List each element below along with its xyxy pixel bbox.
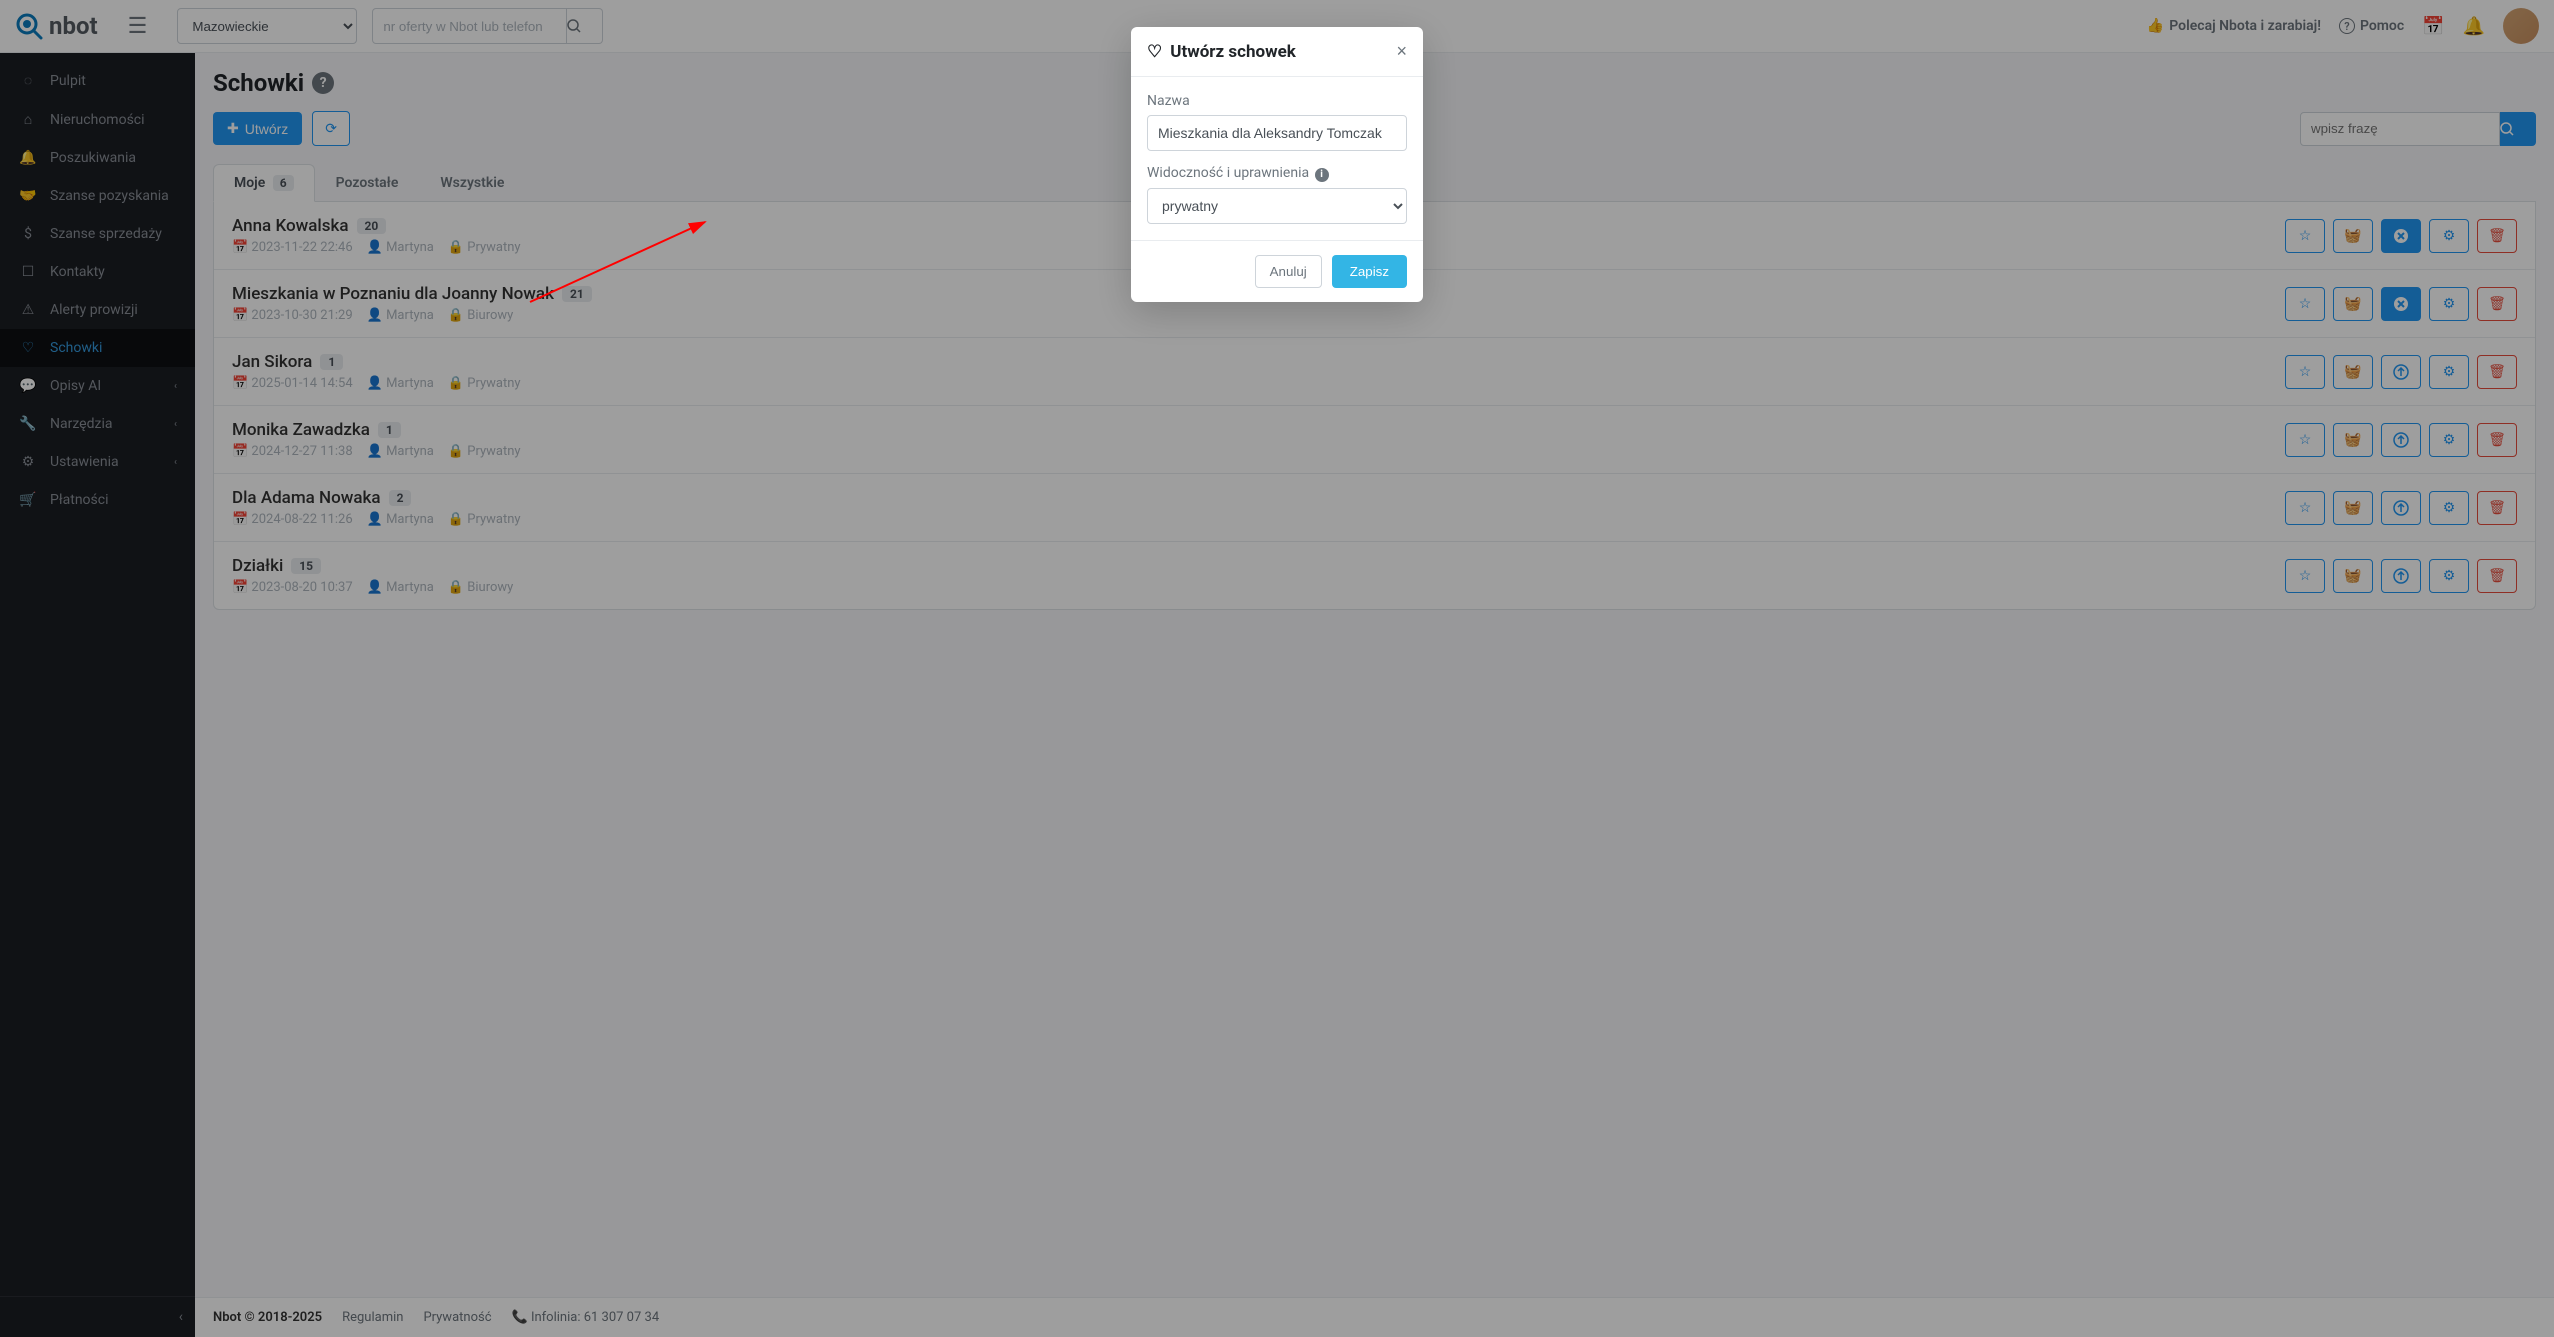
modal-header: ♡ Utwórz schowek × bbox=[1131, 27, 1423, 77]
name-input[interactable] bbox=[1147, 115, 1407, 151]
name-label: Nazwa bbox=[1147, 93, 1407, 109]
modal-title: ♡ Utwórz schowek bbox=[1147, 42, 1296, 62]
save-button[interactable]: Zapisz bbox=[1332, 255, 1407, 288]
visibility-group: Widoczność i uprawnienia i prywatny bbox=[1147, 165, 1407, 224]
info-icon[interactable]: i bbox=[1315, 168, 1329, 182]
visibility-select[interactable]: prywatny bbox=[1147, 188, 1407, 224]
name-group: Nazwa bbox=[1147, 93, 1407, 151]
modal-title-text: Utwórz schowek bbox=[1170, 42, 1296, 62]
modal-body: Nazwa Widoczność i uprawnienia i prywatn… bbox=[1131, 77, 1423, 240]
create-modal: ♡ Utwórz schowek × Nazwa Widoczność i up… bbox=[1131, 27, 1423, 302]
heart-icon: ♡ bbox=[1147, 42, 1162, 62]
visibility-label: Widoczność i uprawnienia i bbox=[1147, 165, 1407, 182]
modal-footer: Anuluj Zapisz bbox=[1131, 240, 1423, 302]
cancel-button[interactable]: Anuluj bbox=[1255, 255, 1322, 288]
visibility-label-text: Widoczność i uprawnienia bbox=[1147, 165, 1309, 181]
modal-close-button[interactable]: × bbox=[1396, 41, 1407, 62]
